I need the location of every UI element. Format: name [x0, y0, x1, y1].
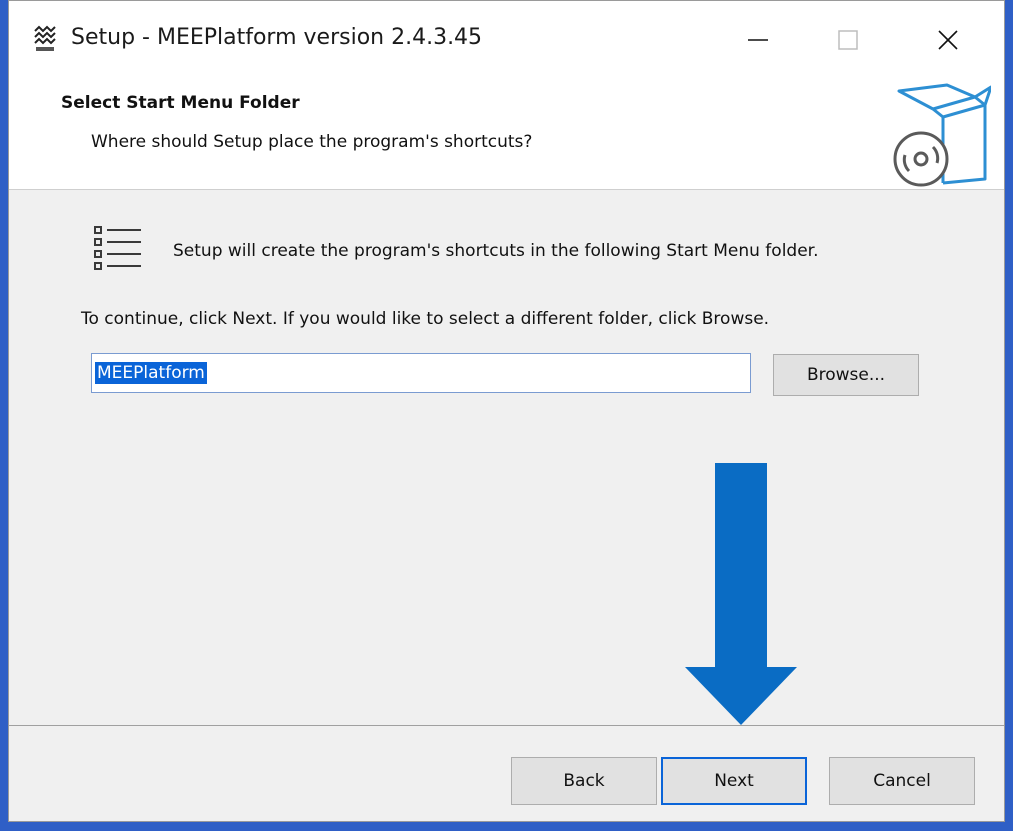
start-menu-folder-input[interactable]: MEEPlatform — [91, 353, 751, 393]
info-text: Setup will create the program's shortcut… — [173, 241, 819, 261]
cancel-button[interactable]: Cancel — [829, 757, 975, 805]
title-bar: Setup - MEEPlatform version 2.4.3.45 — [9, 1, 1004, 79]
page-title: Select Start Menu Folder — [61, 93, 300, 113]
minimize-button[interactable] — [719, 1, 797, 79]
folder-input-value: MEEPlatform — [95, 362, 207, 384]
app-icon — [34, 25, 56, 51]
close-button[interactable] — [909, 1, 987, 79]
browse-button[interactable]: Browse... — [773, 354, 919, 396]
setup-window: Setup - MEEPlatform version 2.4.3.45 Sel… — [8, 0, 1005, 822]
window-title: Setup - MEEPlatform version 2.4.3.45 — [71, 25, 483, 50]
software-box-disc-icon — [893, 83, 991, 187]
down-arrow-annotation — [685, 463, 797, 725]
page-subtitle: Where should Setup place the program's s… — [91, 132, 533, 152]
instruction-text: To continue, click Next. If you would li… — [81, 309, 770, 329]
back-button[interactable]: Back — [511, 757, 657, 805]
footer-divider — [9, 725, 1004, 726]
page-header: Select Start Menu Folder Where should Se… — [9, 79, 1004, 190]
list-icon — [94, 226, 141, 270]
next-button[interactable]: Next — [661, 757, 807, 805]
minimize-icon — [748, 39, 768, 41]
maximize-icon — [838, 30, 858, 50]
close-icon — [938, 30, 958, 50]
maximize-button[interactable] — [809, 1, 887, 79]
